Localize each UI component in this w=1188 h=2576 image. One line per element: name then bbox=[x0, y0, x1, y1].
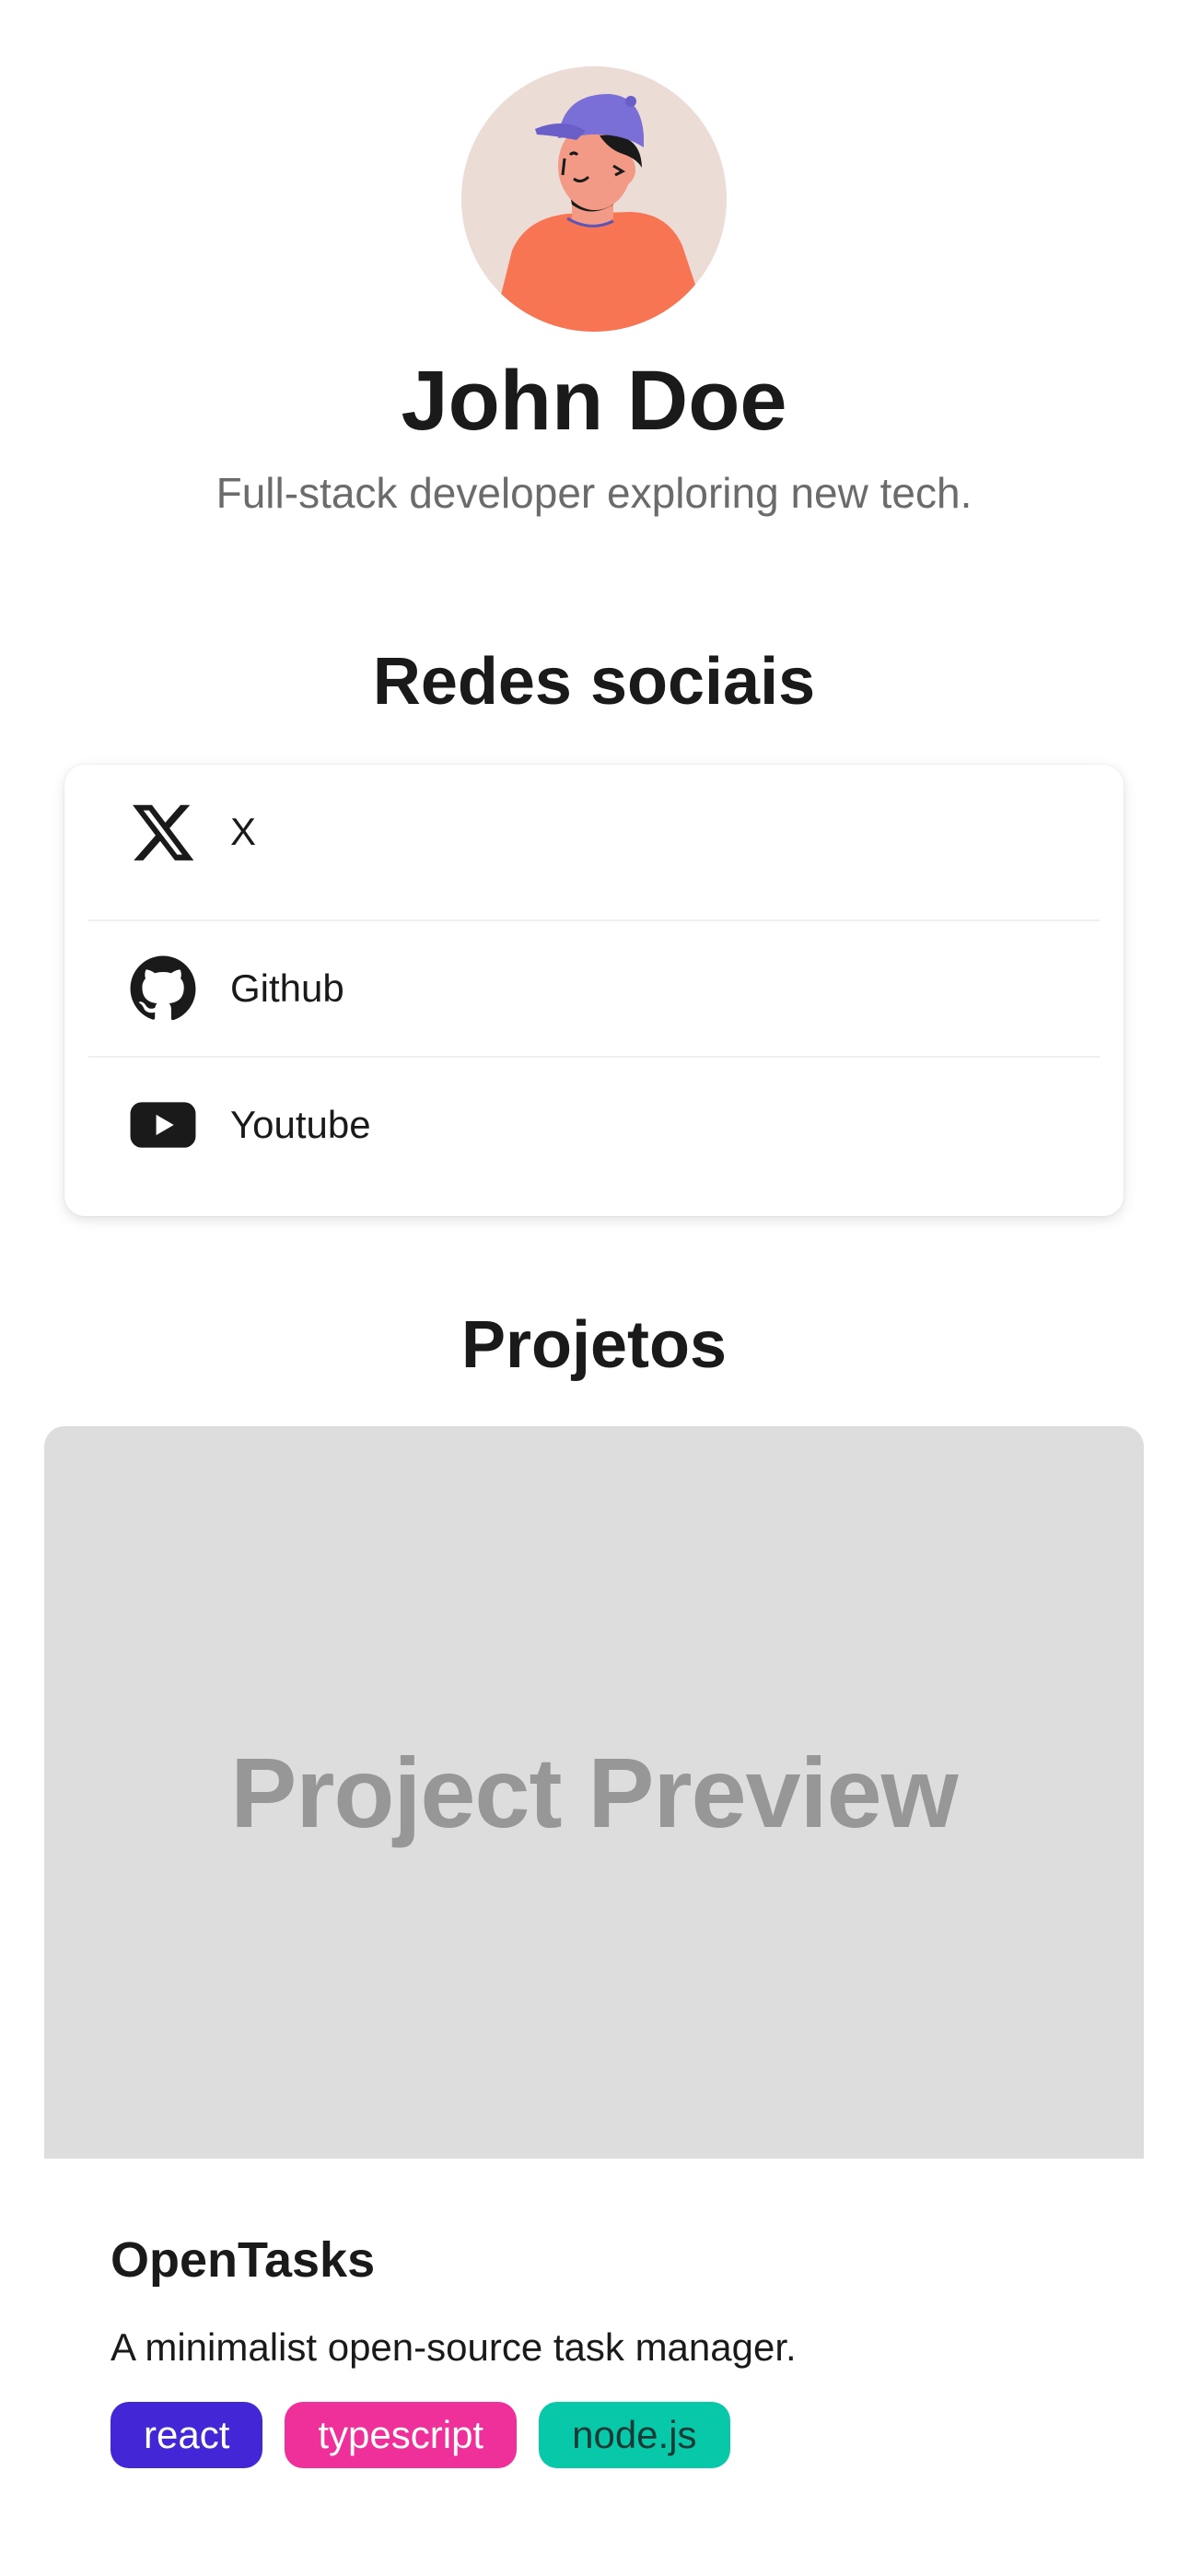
social-link-github[interactable]: Github bbox=[88, 921, 1100, 1056]
project-tags: react typescript node.js bbox=[111, 2402, 752, 2468]
project-preview-text: Project Preview bbox=[230, 1737, 958, 1848]
social-link-label: X bbox=[230, 810, 257, 853]
social-section-title: Redes sociais bbox=[372, 645, 816, 719]
project-title: OpenTasks bbox=[111, 2232, 376, 2288]
social-link-label: Youtube bbox=[230, 1103, 371, 1146]
profile-bio: Full-stack developer exploring new tech. bbox=[215, 469, 973, 517]
social-link-label: Github bbox=[230, 966, 344, 1010]
youtube-icon bbox=[129, 1091, 197, 1159]
project-card[interactable]: Project Preview OpenTasks A minimalist o… bbox=[44, 1426, 1144, 2576]
tag-nodejs: node.js bbox=[539, 2402, 730, 2468]
tag-typescript: typescript bbox=[285, 2402, 518, 2468]
profile-name: John Doe bbox=[401, 354, 787, 448]
x-logo-icon bbox=[129, 798, 197, 866]
social-links-card: X Github Youtube bbox=[64, 765, 1124, 1216]
tag-react: react bbox=[111, 2402, 263, 2468]
social-link-youtube[interactable]: Youtube bbox=[88, 1058, 1100, 1192]
social-link-x[interactable]: X bbox=[88, 765, 1100, 899]
avatar-illustration bbox=[461, 66, 727, 332]
project-preview-image: Project Preview bbox=[44, 1426, 1144, 2159]
github-icon bbox=[129, 954, 197, 1023]
avatar bbox=[461, 66, 727, 332]
project-description: A minimalist open-source task manager. bbox=[111, 2325, 797, 2369]
projects-section-title: Projetos bbox=[460, 1308, 728, 1382]
